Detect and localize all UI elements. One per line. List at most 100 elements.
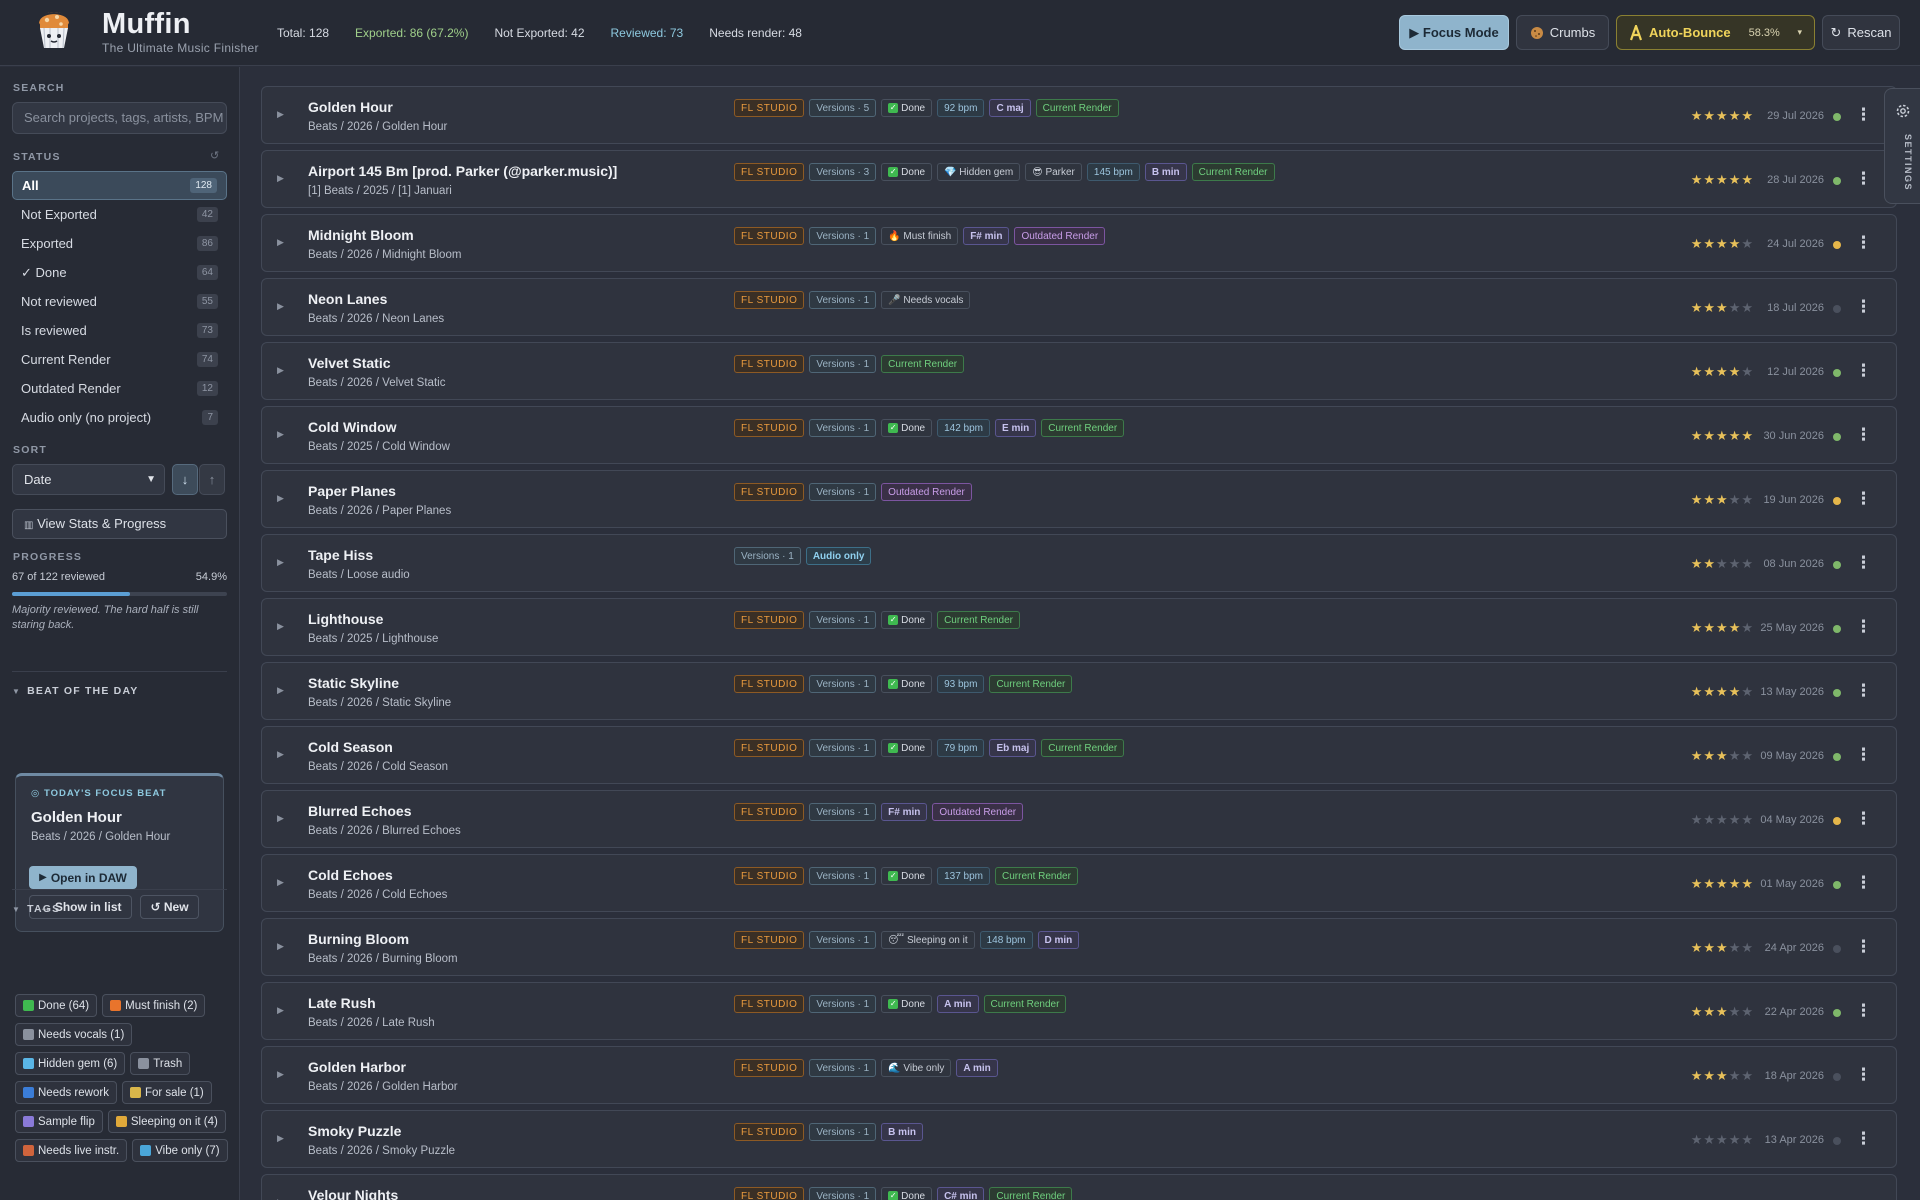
star-icon[interactable]: ★ xyxy=(1716,1004,1729,1019)
more-menu-icon[interactable]: ⋮ xyxy=(1855,361,1872,381)
tag-chip[interactable]: Sleeping on it (4) xyxy=(107,1110,226,1133)
expand-arrow-icon[interactable]: ▶ xyxy=(277,749,284,760)
more-menu-icon[interactable]: ⋮ xyxy=(1855,425,1872,445)
chevron-down-icon[interactable]: ▾ xyxy=(1797,27,1802,38)
star-icon[interactable]: ★ xyxy=(1691,748,1704,763)
star-icon[interactable]: ★ xyxy=(1729,108,1742,123)
star-icon[interactable]: ★ xyxy=(1691,364,1704,379)
tag-chip[interactable]: Needs live instr. xyxy=(15,1139,128,1162)
star-icon[interactable]: ★ xyxy=(1741,812,1754,827)
star-icon[interactable]: ★ xyxy=(1716,748,1729,763)
view-stats-button[interactable]: ▥ View Stats & Progress xyxy=(12,509,227,539)
star-icon[interactable]: ★ xyxy=(1703,492,1716,507)
star-icon[interactable]: ★ xyxy=(1741,1132,1754,1147)
more-menu-icon[interactable]: ⋮ xyxy=(1855,937,1872,957)
star-icon[interactable]: ★ xyxy=(1741,492,1754,507)
star-icon[interactable]: ★ xyxy=(1729,236,1742,251)
expand-arrow-icon[interactable]: ▶ xyxy=(277,941,284,952)
star-rating[interactable]: ★★★★★ xyxy=(1691,1068,1754,1084)
star-icon[interactable]: ★ xyxy=(1729,556,1742,571)
star-icon[interactable]: ★ xyxy=(1741,620,1754,635)
star-icon[interactable]: ★ xyxy=(1729,684,1742,699)
new-beat-button[interactable]: ↺ New xyxy=(140,895,199,919)
star-icon[interactable]: ★ xyxy=(1741,172,1754,187)
star-rating[interactable]: ★★★★★ xyxy=(1691,364,1754,380)
star-icon[interactable]: ★ xyxy=(1741,876,1754,891)
project-row[interactable]: ▶ Paper Planes Beats / 2026 / Paper Planes… xyxy=(261,470,1897,528)
star-icon[interactable]: ★ xyxy=(1729,940,1742,955)
star-icon[interactable]: ★ xyxy=(1741,748,1754,763)
star-icon[interactable]: ★ xyxy=(1741,1068,1754,1083)
star-icon[interactable]: ★ xyxy=(1716,236,1729,251)
star-rating[interactable]: ★★★★★ xyxy=(1691,172,1754,188)
star-icon[interactable]: ★ xyxy=(1716,364,1729,379)
expand-arrow-icon[interactable]: ▶ xyxy=(277,365,284,376)
more-menu-icon[interactable]: ⋮ xyxy=(1855,1065,1872,1085)
star-rating[interactable]: ★★★★★ xyxy=(1691,684,1754,700)
star-icon[interactable]: ★ xyxy=(1691,236,1704,251)
expand-arrow-icon[interactable]: ▶ xyxy=(277,237,284,248)
open-in-daw-button[interactable]: ▶ Open in DAW xyxy=(29,866,137,889)
project-row[interactable]: ▶Velour NightsFL STUDIOVersions · 1✓Done… xyxy=(261,1174,1897,1200)
star-icon[interactable]: ★ xyxy=(1691,620,1704,635)
status-filter-item[interactable]: Not reviewed 55 xyxy=(12,287,227,316)
more-menu-icon[interactable]: ⋮ xyxy=(1855,617,1872,637)
star-icon[interactable]: ★ xyxy=(1729,364,1742,379)
star-rating[interactable]: ★★★★★ xyxy=(1691,428,1754,444)
star-icon[interactable]: ★ xyxy=(1703,620,1716,635)
star-icon[interactable]: ★ xyxy=(1703,876,1716,891)
project-row[interactable]: ▶ Golden Harbor Beats / 2026 / Golden Harb… xyxy=(261,1046,1897,1104)
star-icon[interactable]: ★ xyxy=(1741,684,1754,699)
project-row[interactable]: ▶ Late Rush Beats / 2026 / Late Rush FL STU… xyxy=(261,982,1897,1040)
star-icon[interactable]: ★ xyxy=(1703,108,1716,123)
star-icon[interactable]: ★ xyxy=(1691,1068,1704,1083)
project-row[interactable]: ▶ Airport 145 Bm [prod. Parker (@parker.m… xyxy=(261,150,1897,208)
star-icon[interactable]: ★ xyxy=(1729,428,1742,443)
expand-arrow-icon[interactable]: ▶ xyxy=(277,621,284,632)
star-icon[interactable]: ★ xyxy=(1703,364,1716,379)
star-icon[interactable]: ★ xyxy=(1703,940,1716,955)
expand-arrow-icon[interactable]: ▶ xyxy=(277,429,284,440)
project-row[interactable]: ▶ Tape Hiss Beats / Loose audio Versions · … xyxy=(261,534,1897,592)
settings-tab[interactable]: SETTINGS xyxy=(1884,88,1920,204)
star-icon[interactable]: ★ xyxy=(1703,1004,1716,1019)
expand-arrow-icon[interactable]: ▶ xyxy=(277,301,284,312)
more-menu-icon[interactable]: ⋮ xyxy=(1855,297,1872,317)
project-row[interactable]: ▶ Burning Bloom Beats / 2026 / Burning Blo… xyxy=(261,918,1897,976)
more-menu-icon[interactable]: ⋮ xyxy=(1855,169,1872,189)
star-icon[interactable]: ★ xyxy=(1729,1004,1742,1019)
search-input[interactable]: Search projects, tags, artists, BPM xyxy=(12,102,227,134)
project-row[interactable]: ▶ Cold Season Beats / 2026 / Cold Season FL… xyxy=(261,726,1897,784)
star-icon[interactable]: ★ xyxy=(1716,492,1729,507)
star-icon[interactable]: ★ xyxy=(1703,1132,1716,1147)
star-icon[interactable]: ★ xyxy=(1691,492,1704,507)
auto-bounce-button[interactable]: Auto-Bounce 58.3% ▾ xyxy=(1616,15,1815,50)
status-filter-item[interactable]: Audio only (no project) 7 xyxy=(12,403,227,432)
star-icon[interactable]: ★ xyxy=(1729,748,1742,763)
star-icon[interactable]: ★ xyxy=(1729,492,1742,507)
expand-arrow-icon[interactable]: ▶ xyxy=(277,557,284,568)
star-icon[interactable]: ★ xyxy=(1691,876,1704,891)
expand-arrow-icon[interactable]: ▶ xyxy=(277,877,284,888)
star-icon[interactable]: ★ xyxy=(1703,748,1716,763)
star-rating[interactable]: ★★★★★ xyxy=(1691,108,1754,124)
star-icon[interactable]: ★ xyxy=(1716,172,1729,187)
star-rating[interactable]: ★★★★★ xyxy=(1691,1132,1754,1148)
star-icon[interactable]: ★ xyxy=(1741,940,1754,955)
reset-icon[interactable]: ↺ xyxy=(210,149,219,162)
project-row[interactable]: ▶ Static Skyline Beats / 2026 / Static Sky… xyxy=(261,662,1897,720)
star-icon[interactable]: ★ xyxy=(1703,172,1716,187)
project-row[interactable]: ▶ Velvet Static Beats / 2026 / Velvet Stat… xyxy=(261,342,1897,400)
star-icon[interactable]: ★ xyxy=(1691,300,1704,315)
status-filter-item[interactable]: Is reviewed 73 xyxy=(12,316,227,345)
beat-of-the-day-header[interactable]: ▼ BEAT OF THE DAY xyxy=(12,685,138,697)
star-icon[interactable]: ★ xyxy=(1741,364,1754,379)
star-icon[interactable]: ★ xyxy=(1741,236,1754,251)
status-filter-item[interactable]: Exported 86 xyxy=(12,229,227,258)
tag-chip[interactable]: Must finish (2) xyxy=(102,994,206,1017)
star-icon[interactable]: ★ xyxy=(1716,876,1729,891)
star-icon[interactable]: ★ xyxy=(1703,684,1716,699)
more-menu-icon[interactable]: ⋮ xyxy=(1855,809,1872,829)
expand-arrow-icon[interactable]: ▶ xyxy=(277,1133,284,1144)
tag-chip[interactable]: Sample flip xyxy=(15,1110,103,1133)
